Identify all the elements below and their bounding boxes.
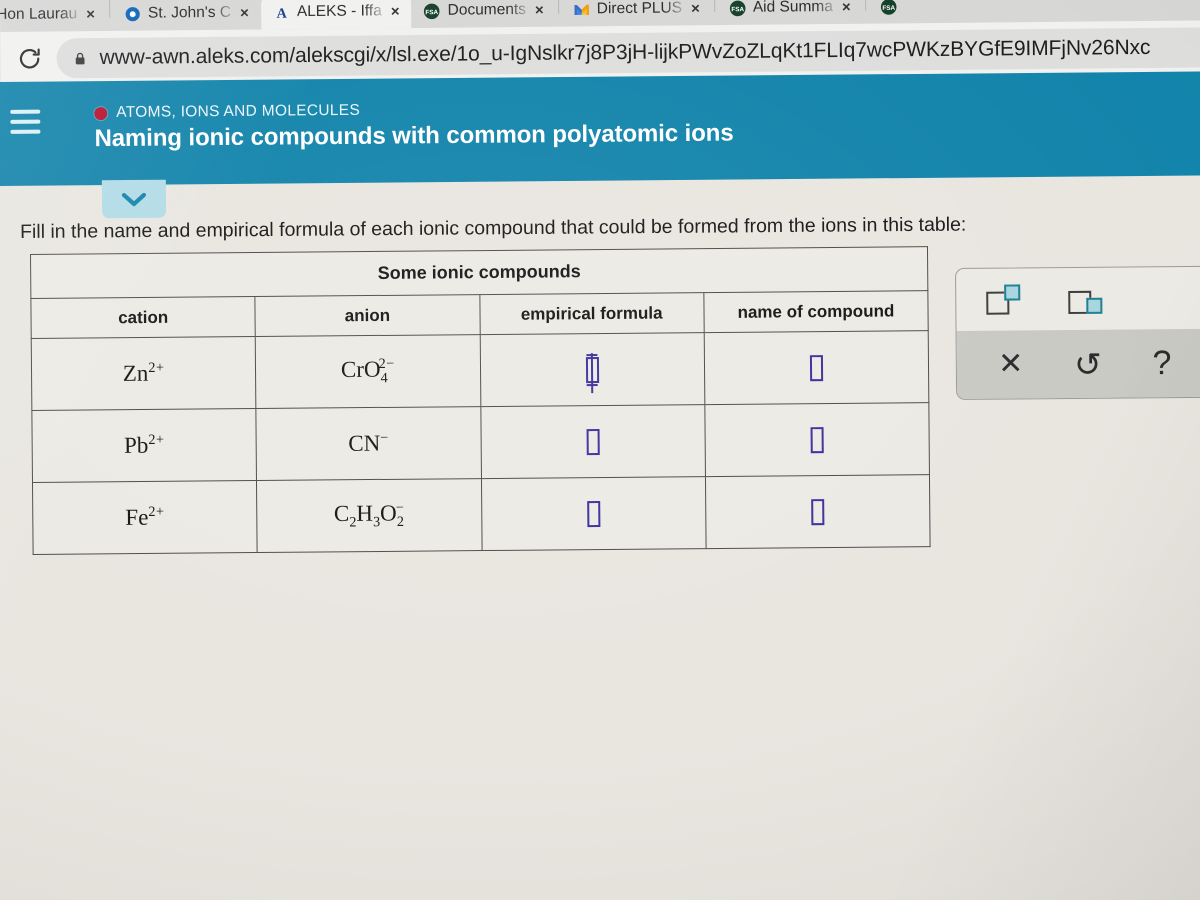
column-header-cation: cation <box>30 296 256 339</box>
empirical-formula-cell-0[interactable] <box>479 332 705 407</box>
topic-status-dot-icon <box>94 106 108 120</box>
anion-cell-1: CN− <box>256 406 481 481</box>
palette-action-buttons: ✕ ↺ ? <box>956 328 1200 399</box>
palette-script-buttons <box>956 267 1200 331</box>
anion-charge-0: 2− <box>378 355 395 372</box>
empirical-formula-cell-1[interactable] <box>480 404 706 479</box>
compound-name-input-1[interactable] <box>810 426 824 453</box>
browser-tab-4[interactable]: Direct PLUS × <box>561 0 712 27</box>
column-header-name: name of compound <box>703 290 929 333</box>
compound-name-input-0[interactable] <box>809 354 824 381</box>
tab-divider <box>713 0 715 13</box>
cation-charge-0: 2+ <box>148 360 165 377</box>
anion-cell-2: C2H3O2− <box>256 478 482 553</box>
fsa-seal-icon: FSA <box>424 3 440 19</box>
clear-button[interactable]: ✕ <box>998 347 1023 380</box>
browser-tab-2[interactable]: A ALEKS - Iffa × <box>260 0 412 30</box>
cation-cell-2: Fe2+ <box>32 480 258 555</box>
browser-tab-label-2: ALEKS - Iffa <box>296 2 382 21</box>
svg-text:FSA: FSA <box>426 9 439 16</box>
superscript-icon[interactable] <box>986 284 1021 315</box>
browser-tab-label-5: Aid Summa <box>752 0 833 16</box>
browser-tab-close-3[interactable]: × <box>533 1 546 18</box>
fsa-seal-icon: FSA <box>880 0 896 15</box>
browser-tab-close-5[interactable]: × <box>840 0 853 15</box>
cation-cell-0: Zn2+ <box>31 336 257 411</box>
empirical-formula-input-0[interactable] <box>585 352 599 393</box>
anion-cell-0: CrO42− <box>255 334 481 409</box>
cation-charge-1: 2+ <box>148 432 165 449</box>
aleks-header-bar: ATOMS, IONS AND MOLECULES Naming ionic c… <box>0 71 1200 186</box>
browser-tab-close-0[interactable]: × <box>84 6 97 23</box>
url-text: www-awn.aleks.com/alekscgi/x/lsl.exe/1o_… <box>99 35 1151 70</box>
browser-tab-label-4: Direct PLUS <box>596 0 683 18</box>
topic-label: ATOMS, IONS AND MOLECULES <box>116 101 361 121</box>
tab-divider <box>108 0 111 18</box>
browser-tab-label-3: Documents <box>447 0 527 19</box>
cation-symbol-0: Zn <box>122 360 149 387</box>
subscript-icon[interactable] <box>1068 284 1103 315</box>
table-row: Pb2+ CN− <box>31 402 930 483</box>
compound-name-cell-2[interactable] <box>705 474 931 549</box>
svg-text:A: A <box>276 5 287 21</box>
anion-charge-1: − <box>380 430 389 447</box>
anion-charge-2: − <box>395 499 405 516</box>
anion-formula-2: C2H3O2− <box>333 499 405 531</box>
browser-tab-0[interactable]: Hon Laurau × <box>0 0 107 32</box>
empirical-formula-cell-2[interactable] <box>480 476 706 551</box>
aleks-a-icon: A <box>276 5 287 21</box>
gmail-m-icon <box>574 4 589 15</box>
svg-text:FSA: FSA <box>882 4 895 11</box>
fsa-seal-icon: FSA <box>729 0 746 16</box>
table-row: Fe2+ C2H3O2− <box>32 474 931 555</box>
ionic-table-container: Some ionic compounds cation anion empiri… <box>30 246 931 555</box>
cation-cell-1: Pb2+ <box>31 408 257 483</box>
hamburger-menu-icon[interactable] <box>10 109 41 134</box>
circle-blue-icon <box>125 6 140 21</box>
lock-icon <box>75 52 85 64</box>
compound-name-cell-0[interactable] <box>703 330 929 405</box>
chemistry-tool-palette: ✕ ↺ ? <box>955 265 1200 400</box>
topic-row: ATOMS, IONS AND MOLECULES <box>94 102 360 122</box>
browser-tab-close-2[interactable]: × <box>389 3 402 20</box>
tab-divider <box>864 0 866 11</box>
address-bar[interactable]: www-awn.aleks.com/alekscgi/x/lsl.exe/1o_… <box>56 27 1200 79</box>
empirical-formula-input-2[interactable] <box>586 500 601 527</box>
anion-formula-0: CrO <box>340 356 381 382</box>
browser-tab-5[interactable]: FSA Aid Summa × <box>717 0 863 25</box>
reload-icon[interactable] <box>16 46 42 72</box>
compound-name-input-2[interactable] <box>811 498 825 525</box>
browser-tab-close-4[interactable]: × <box>689 0 702 17</box>
ionic-compounds-table: Some ionic compounds cation anion empiri… <box>30 246 931 555</box>
cation-charge-2: 2+ <box>148 504 165 521</box>
table-caption: Some ionic compounds <box>30 246 928 299</box>
browser-tab-3[interactable]: FSA Documents × <box>411 0 555 28</box>
column-header-formula: empirical formula <box>479 292 704 335</box>
table-row: Zn2+ CrO42− <box>31 330 929 411</box>
help-button[interactable]: ? <box>1152 344 1171 382</box>
compound-name-cell-1[interactable] <box>704 402 930 477</box>
table-caption-row: Some ionic compounds <box>30 246 928 299</box>
cation-symbol-1: Pb <box>123 432 149 459</box>
browser-tab-6[interactable]: FSA <box>868 0 914 24</box>
svg-text:FSA: FSA <box>731 6 744 13</box>
browser-tab-label-1: St. John's C <box>147 3 232 22</box>
anion-formula-1: CN <box>348 430 381 457</box>
empirical-formula-input-1[interactable] <box>586 428 600 455</box>
column-header-anion: anion <box>255 294 480 337</box>
undo-button[interactable]: ↺ <box>1074 345 1102 382</box>
tab-divider <box>557 0 559 14</box>
page-title: Naming ionic compounds with common polya… <box>94 119 734 153</box>
instruction-text: Fill in the name and empirical formula o… <box>20 213 967 243</box>
question-content: Fill in the name and empirical formula o… <box>0 186 1200 900</box>
cation-symbol-2: Fe <box>125 504 149 531</box>
text-caret <box>591 352 594 393</box>
anion-subscript-0: 4 <box>380 370 388 387</box>
browser-tab-label-0: Hon Laurau <box>0 5 78 24</box>
browser-tab-1[interactable]: St. John's C × <box>112 0 261 31</box>
browser-tab-close-1[interactable]: × <box>238 4 251 21</box>
